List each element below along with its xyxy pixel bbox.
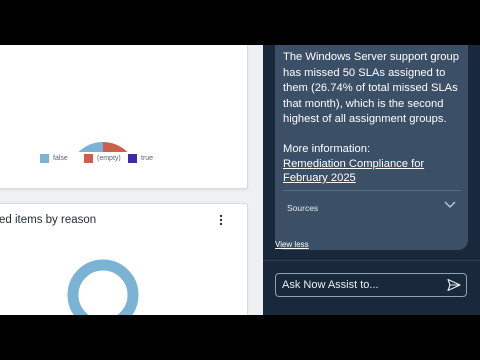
divider: [283, 190, 461, 191]
donut-segment-false: [78, 142, 103, 152]
remediation-compliance-link[interactable]: Remediation Compliance for February 2025: [283, 157, 465, 186]
app-frame: false (empty) true ed items by reason Th…: [0, 45, 480, 315]
send-icon[interactable]: [446, 278, 462, 292]
more-information: More information: Remediation Compliance…: [283, 142, 465, 186]
legend-item-true[interactable]: true: [128, 154, 153, 163]
ask-now-assist-input[interactable]: [282, 278, 442, 292]
assistant-message-bubble: The Windows Server support group has mis…: [275, 45, 468, 250]
legend-swatch-false: [40, 154, 49, 163]
sources-label[interactable]: Sources: [287, 203, 318, 213]
panel-separator: [263, 260, 480, 261]
legend-item-empty[interactable]: (empty): [84, 154, 121, 163]
legend-item-false[interactable]: false: [40, 154, 68, 163]
assistant-message-text: The Windows Server support group has mis…: [283, 51, 459, 126]
legend-swatch-true: [128, 154, 137, 163]
ask-now-assist-field[interactable]: [275, 273, 467, 297]
chevron-down-icon[interactable]: [442, 199, 458, 211]
legend-label-true: true: [141, 155, 154, 162]
donut-chart-top: [78, 142, 128, 152]
donut-segment-empty: [103, 142, 128, 152]
donut-chart-reason: [67, 259, 139, 315]
chart-card-missed-items: ed items by reason: [0, 203, 248, 315]
chart-card-top: false (empty) true: [0, 45, 248, 189]
view-less-link[interactable]: View less: [275, 240, 309, 249]
legend-label-false: false: [53, 155, 68, 162]
legend-label-empty: (empty): [97, 155, 121, 162]
more-info-label: More information:: [283, 143, 371, 155]
legend-swatch-empty: [84, 154, 93, 163]
now-assist-panel: The Windows Server support group has mis…: [263, 45, 480, 315]
